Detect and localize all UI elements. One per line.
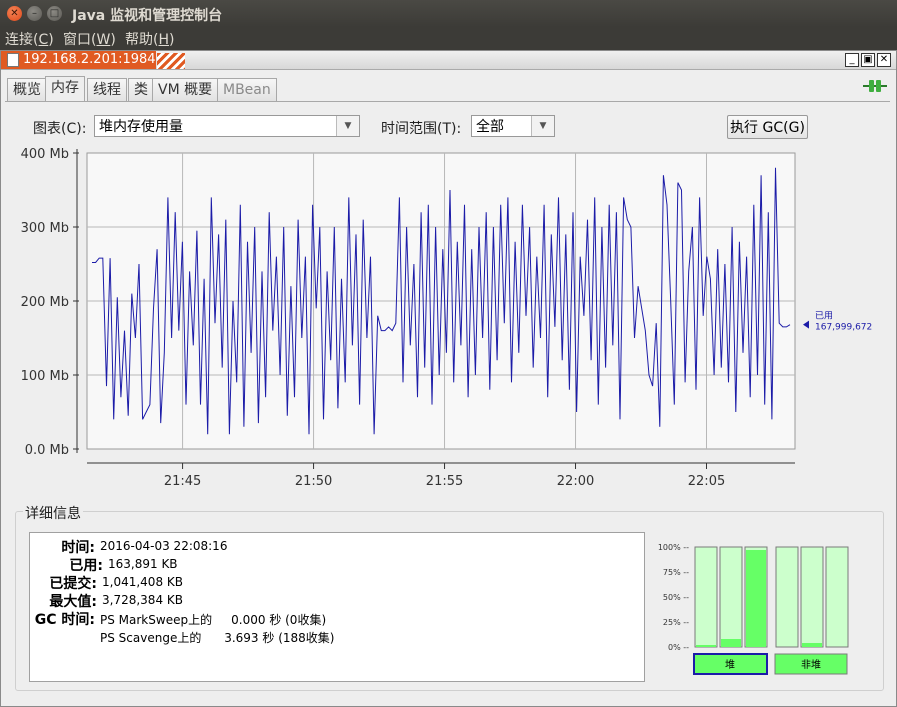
heap-memory-chart: 0.0 Mb 100 Mb 200 Mb 300 Mb 400 Mb 21:45 21:5…: [21, 147, 873, 489]
detail-key: 已用:: [69, 558, 103, 574]
chart-y-tick-label: 300 Mb: [21, 221, 69, 236]
frame-title: 192.168.2.201:1984: [23, 52, 156, 67]
chart-x-tick-label: 21:45: [164, 474, 201, 489]
chart-y-axis: 0.0 Mb 100 Mb 200 Mb 300 Mb 400 Mb: [21, 147, 79, 458]
perform-gc-button[interactable]: 执行 GC(G): [727, 115, 808, 139]
heap-pool-bar-fill: [696, 645, 716, 647]
time-range-label: 时间范围(T):: [381, 121, 462, 137]
tab-divider: [5, 101, 890, 102]
memory-pool-panel: 100% -- 75% -- 50% -- 25% -- 0% -- 堆 非堆: [658, 543, 849, 675]
legend-value: 167,999,672: [815, 323, 872, 333]
detail-value: PS Scavenge上的 3.693 秒 (188收集): [100, 631, 335, 645]
chart-selector[interactable]: 堆内存使用量 ▼: [94, 115, 360, 137]
menu-window[interactable]: 窗口(W): [63, 29, 116, 49]
detail-value: 2016-04-03 22:08:16: [100, 539, 228, 553]
pool-percent-label: 50% --: [663, 593, 689, 602]
tab-vm-summary[interactable]: VM 概要: [152, 78, 219, 101]
frame-close-button[interactable]: ✕: [877, 53, 891, 67]
nonheap-pool-bar[interactable]: [775, 546, 799, 648]
tab-mbean[interactable]: MBean: [217, 78, 277, 101]
chart-selector-label: 图表(C):: [33, 121, 87, 137]
detail-row-max: 最大值: 3,728,384 KB: [49, 593, 183, 610]
chart-legend: 已用167,999,672: [803, 311, 872, 333]
tab-classes[interactable]: 类: [128, 78, 154, 101]
chart-x-axis: 21:45 21:50 21:55 22:00 22:05: [87, 462, 795, 489]
pool-percent-label: 75% --: [663, 568, 689, 577]
nonheap-pool-bar[interactable]: [825, 546, 849, 648]
tab-memory[interactable]: 内存: [45, 76, 85, 102]
detail-row-gc-marksweep: GC 时间: PS MarkSweep上的 0.000 秒 (0收集): [35, 611, 327, 628]
heap-pool-bar[interactable]: [694, 546, 718, 648]
chart-y-tick-label: 400 Mb: [21, 147, 69, 162]
detail-key: 已提交:: [49, 576, 97, 592]
chevron-down-icon: ▼: [336, 116, 359, 136]
pool-percent-label: 25% --: [663, 618, 689, 627]
connection-frame: 192.168.2.201:1984 _ ▣ ✕ 概览 内存 线程 类 VM 概…: [0, 50, 897, 707]
details-title: 详细信息: [23, 503, 83, 523]
chevron-down-icon: ▼: [531, 116, 554, 136]
frame-maximize-button[interactable]: ▣: [861, 53, 875, 67]
chart-x-tick-label: 22:00: [557, 474, 594, 489]
heap-pool-label: 堆: [725, 659, 735, 671]
connection-status-icon: [863, 80, 887, 92]
chart-y-tick-label: 100 Mb: [21, 369, 69, 384]
heap-pool-bar-fill: [721, 639, 741, 647]
detail-value: 3,728,384 KB: [102, 593, 183, 607]
chart-x-tick-label: 22:05: [688, 474, 725, 489]
detail-row-used: 已用: 163,891 KB: [69, 557, 178, 574]
detail-value: PS MarkSweep上的 0.000 秒 (0收集): [100, 613, 327, 627]
frame-title-tab[interactable]: 192.168.2.201:1984: [1, 51, 156, 69]
pool-percent-label: 100% --: [658, 543, 689, 552]
pool-percent-label: 0% --: [668, 643, 689, 652]
heap-pool-bar-fill: [746, 550, 766, 647]
detail-key: 时间:: [61, 540, 95, 556]
nonheap-pool-label: 非堆: [801, 659, 821, 671]
tab-threads[interactable]: 线程: [87, 78, 127, 101]
legend-marker: [803, 320, 809, 329]
chart-selector-value: 堆内存使用量: [99, 119, 183, 135]
details-info-box: 时间: 2016-04-03 22:08:16 已用: 163,891 KB 已提交…: [29, 532, 645, 682]
time-range-value: 全部: [476, 119, 504, 135]
time-range-selector[interactable]: 全部 ▼: [471, 115, 555, 137]
detail-row-gc-scavenge: PS Scavenge上的 3.693 秒 (188收集): [100, 629, 334, 646]
window-title: Java 监视和管理控制台: [72, 8, 223, 24]
chart-x-tick-label: 21:50: [295, 474, 332, 489]
menu-bar: 连接(C) 窗口(W) 帮助(H): [0, 27, 897, 50]
pool-percent-axis: 100% -- 75% -- 50% -- 25% -- 0% --: [658, 543, 689, 652]
detail-value: 1,041,408 KB: [102, 575, 183, 589]
nonheap-pool-bar-fill: [802, 643, 822, 647]
menu-connection[interactable]: 连接(C): [5, 29, 54, 49]
chart-y-tick-label: 200 Mb: [21, 295, 69, 310]
detail-value: 163,891 KB: [108, 557, 178, 571]
legend-label: 已用: [815, 311, 833, 322]
frame-title-stripe: [157, 53, 185, 69]
detail-key: 最大值:: [49, 594, 97, 610]
close-window-button[interactable]: ✕: [7, 6, 22, 21]
frame-titlebar: 192.168.2.201:1984 _ ▣ ✕: [1, 51, 896, 70]
document-icon: [7, 53, 19, 67]
maximize-window-button[interactable]: □: [47, 6, 62, 21]
pool-bars: [694, 546, 849, 648]
detail-key: GC 时间:: [34, 612, 95, 628]
chart-y-tick-label: 0.0 Mb: [25, 443, 69, 458]
detail-row-time: 时间: 2016-04-03 22:08:16: [61, 539, 228, 556]
heap-pool-bar[interactable]: [719, 546, 743, 648]
tab-overview[interactable]: 概览: [7, 78, 47, 101]
chart-x-tick-label: 21:55: [426, 474, 463, 489]
nonheap-pool-bar[interactable]: [800, 546, 824, 648]
menu-help[interactable]: 帮助(H): [125, 29, 174, 49]
window-titlebar: ✕ – □ Java 监视和管理控制台: [0, 0, 897, 27]
detail-row-committed: 已提交: 1,041,408 KB: [49, 575, 183, 592]
frame-minimize-button[interactable]: _: [845, 53, 859, 67]
minimize-window-button[interactable]: –: [27, 6, 42, 21]
